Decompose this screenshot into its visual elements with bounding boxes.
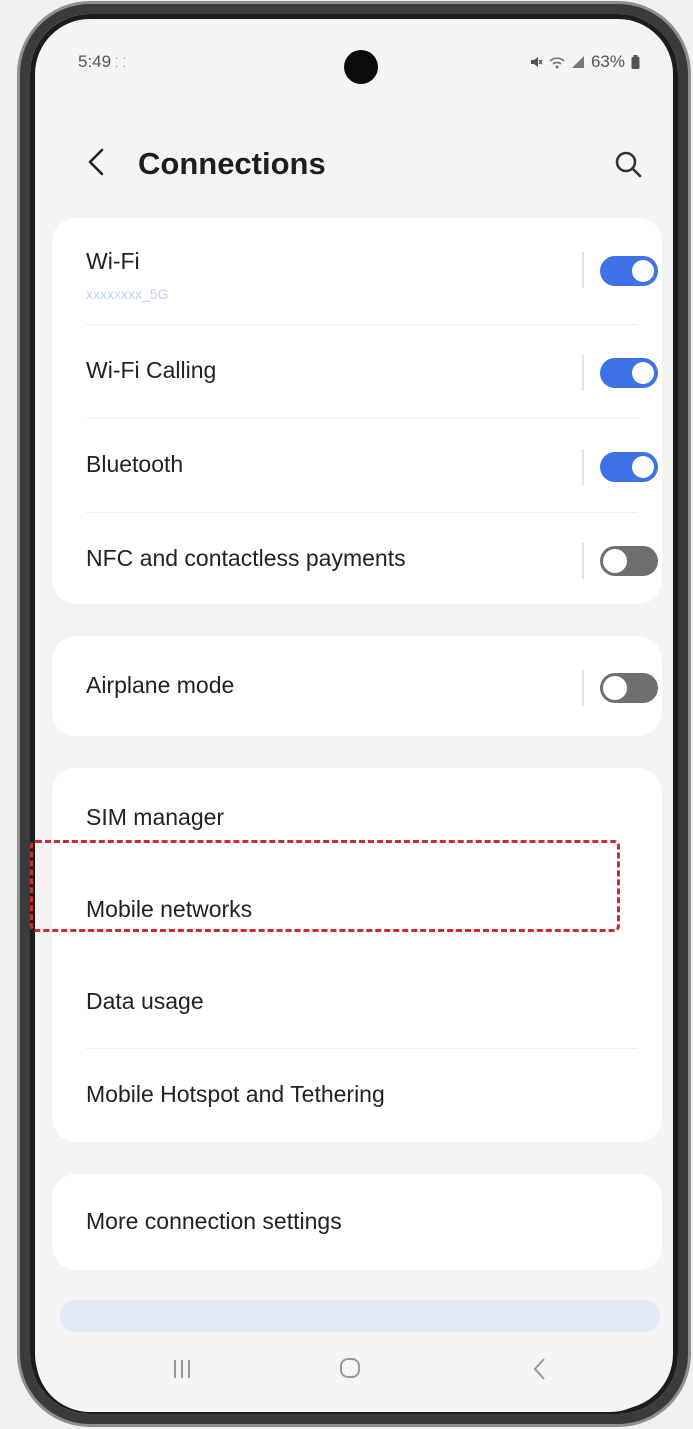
row-mobile-hotspot[interactable]: Mobile Hotspot and Tethering [52, 1049, 662, 1142]
battery-percent: 63% [590, 52, 625, 71]
row-data-usage[interactable]: Data usage [52, 952, 662, 1046]
battery-icon [631, 55, 640, 69]
recent-apps-icon [174, 1360, 190, 1378]
next-card-peek [60, 1300, 660, 1332]
row-nfc[interactable]: NFC and contactless payments [52, 513, 662, 604]
chevron-left-icon [88, 148, 104, 176]
card-wireless: Wi-Fi xxxxxxxx_5G Wi-Fi Calling Bluetoot… [52, 218, 662, 604]
status-time: 5:49 ⸬ [78, 52, 127, 72]
card-mobile: SIM manager Mobile networks Data usage M… [52, 768, 662, 1142]
back-icon [533, 1358, 545, 1380]
card-airplane: Airplane mode [52, 636, 662, 736]
wifi-calling-icon [549, 57, 565, 69]
separator [582, 252, 584, 288]
separator [582, 543, 584, 579]
row-airplane-mode[interactable]: Airplane mode [52, 636, 662, 736]
recent-apps-button[interactable] [162, 1352, 202, 1386]
separator [582, 449, 584, 485]
airplane-mode-label: Airplane mode [86, 672, 235, 698]
search-button[interactable] [612, 148, 646, 182]
row-wifi-calling[interactable]: Wi-Fi Calling [52, 325, 662, 417]
wifi-toggle[interactable] [600, 256, 658, 286]
separator [582, 355, 584, 391]
status-time-text: 5:49 [78, 52, 112, 71]
wifi-label: Wi-Fi [86, 248, 140, 274]
airplane-mode-toggle[interactable] [600, 673, 658, 703]
nfc-toggle[interactable] [600, 546, 658, 576]
row-mobile-networks[interactable]: Mobile networks [52, 860, 662, 952]
nfc-label: NFC and contactless payments [86, 545, 406, 571]
bluetooth-toggle[interactable] [600, 452, 658, 482]
row-bluetooth[interactable]: Bluetooth [52, 419, 662, 511]
back-button[interactable] [82, 142, 112, 182]
card-more: More connection settings [52, 1174, 662, 1270]
separator [582, 670, 584, 706]
sim-manager-label: SIM manager [86, 804, 225, 830]
home-button[interactable] [330, 1352, 370, 1386]
data-usage-label: Data usage [86, 988, 204, 1014]
bluetooth-label: Bluetooth [86, 451, 184, 477]
mobile-networks-label: Mobile networks [86, 896, 253, 922]
signal-icon [571, 56, 584, 68]
back-nav-button[interactable] [520, 1352, 560, 1386]
wifi-network-name: xxxxxxxx_5G [86, 286, 169, 302]
more-connection-settings-label: More connection settings [86, 1208, 342, 1234]
mobile-hotspot-label: Mobile Hotspot and Tethering [86, 1081, 385, 1107]
mute-icon [530, 57, 543, 67]
status-right: 63% [529, 52, 640, 72]
wifi-calling-label: Wi-Fi Calling [86, 357, 217, 383]
row-more-connection-settings[interactable]: More connection settings [52, 1174, 662, 1270]
status-extra-icons: ⸬ [115, 55, 127, 70]
camera-cutout [344, 50, 378, 84]
row-sim-manager[interactable]: SIM manager [52, 768, 662, 860]
wifi-calling-toggle[interactable] [600, 358, 658, 388]
search-icon [615, 151, 642, 178]
navigation-bar [36, 1332, 664, 1402]
home-icon [340, 1358, 360, 1378]
page-title: Connections [138, 146, 326, 181]
screen: 5:49 ⸬ 63% Connections Wi-Fi xxxxxxxx_5G … [36, 22, 664, 1412]
header: Connections [36, 134, 664, 194]
row-wifi[interactable]: Wi-Fi xxxxxxxx_5G [52, 218, 662, 322]
